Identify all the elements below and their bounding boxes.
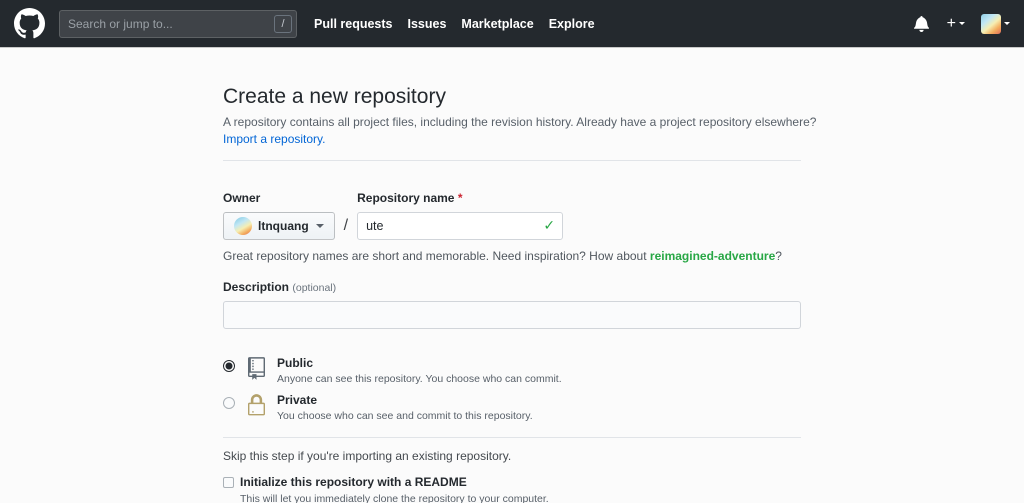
import-repository-link[interactable]: Import a repository. [223,132,325,146]
header-nav: Pull requests Issues Marketplace Explore [314,17,610,31]
private-title: Private [277,392,533,408]
divider [223,437,801,438]
public-option: Public Anyone can see this repository. Y… [223,355,801,385]
description-input[interactable] [223,301,801,329]
description-field: Description (optional) [223,280,801,329]
skip-note: Skip this step if you're importing an ex… [223,449,801,463]
page-subtitle: A repository contains all project files,… [223,114,801,148]
public-title: Public [277,355,562,371]
caret-down-icon [316,224,324,232]
owner-field: Owner ltnquang [223,191,335,240]
user-menu[interactable] [981,14,1010,34]
header-search: / [59,10,297,38]
public-radio[interactable] [223,360,235,372]
caret-down-icon [959,22,965,28]
repo-name-hint: Great repository names are short and mem… [223,249,801,263]
private-description: You choose who can see and commit to thi… [277,410,533,422]
hint-text: Great repository names are short and mem… [223,249,647,263]
readme-checkbox[interactable] [223,477,234,488]
owner-select-button[interactable]: ltnquang [223,212,335,240]
caret-down-icon [1004,22,1010,28]
visibility-options: Public Anyone can see this repository. Y… [223,355,801,422]
readme-description: This will let you immediately clone the … [240,493,549,503]
page-title: Create a new repository [223,84,801,110]
github-logo-icon[interactable] [14,8,45,39]
nav-explore[interactable]: Explore [549,17,595,31]
repository-name-input[interactable] [357,212,563,240]
create-new-menu[interactable]: + [947,16,965,32]
optional-note: (optional) [292,282,336,294]
user-avatar [981,14,1001,34]
repository-name-field: Repository name * ✓ [357,191,563,240]
owner-avatar [234,217,252,235]
public-description: Anyone can see this repository. You choo… [277,373,562,385]
search-shortcut-badge: / [274,15,292,33]
nav-pull-requests[interactable]: Pull requests [314,17,393,31]
divider [223,160,801,161]
owner-repo-separator: / [335,217,357,235]
nav-issues[interactable]: Issues [408,17,447,31]
lock-icon [248,394,265,422]
owner-repo-row: Owner ltnquang / Repository name * ✓ [223,191,801,240]
readme-label: Initialize this repository with a README [240,475,549,490]
header-actions: + [914,14,1010,34]
notifications-bell-icon[interactable] [914,15,929,32]
valid-check-icon: ✓ [543,217,555,234]
private-radio[interactable] [223,397,235,409]
readme-option: Initialize this repository with a README… [223,475,801,503]
main-content: Create a new repository A repository con… [0,48,1024,503]
owner-name: ltnquang [258,219,309,233]
private-option: Private You choose who can see and commi… [223,392,801,422]
description-label-text: Description [223,280,289,294]
nav-marketplace[interactable]: Marketplace [461,17,533,31]
repo-book-icon [248,357,265,385]
global-header: / Pull requests Issues Marketplace Explo… [0,0,1024,48]
repository-name-label-text: Repository name [357,191,454,205]
owner-label: Owner [223,191,335,205]
required-asterisk: * [458,191,463,205]
description-label: Description (optional) [223,280,801,294]
suggested-repo-name[interactable]: reimagined-adventure [650,249,775,263]
hint-suffix: ? [775,249,782,263]
subtitle-text: A repository contains all project files,… [223,114,801,131]
repository-name-label: Repository name * [357,191,563,205]
search-input[interactable] [59,10,297,38]
plus-icon: + [947,16,956,32]
